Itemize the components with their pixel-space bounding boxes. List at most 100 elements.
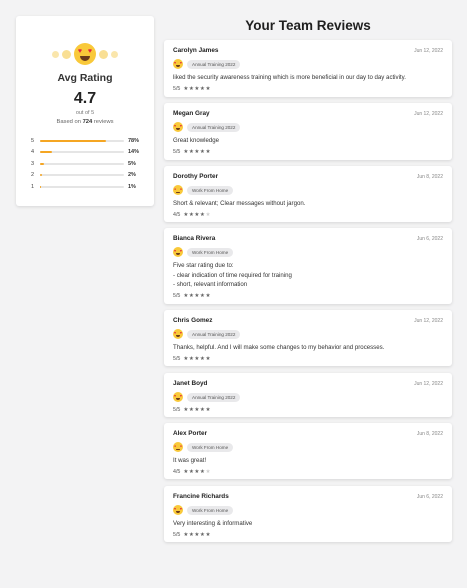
heart-eyes-face-icon: ♥ ♥	[173, 247, 183, 257]
reviewer-name: Chris Gomez	[173, 317, 213, 324]
rating-emoji-row: ♥ ♥	[16, 42, 154, 66]
smile-face-icon: ● ●	[173, 185, 183, 195]
review-rating: 5/5 ★★★★★	[173, 531, 443, 540]
distribution-row: 3 5%	[31, 158, 143, 170]
review-score: 5/5	[173, 149, 181, 155]
grin-face-icon	[111, 50, 118, 58]
review-card: Alex Porter Jun 8, 2022 ● ● Work From Home It…	[164, 423, 452, 479]
review-date: Jun 12, 2022	[414, 317, 443, 324]
training-tag: Work From Home	[187, 185, 234, 195]
review-date: Jun 6, 2022	[416, 235, 443, 242]
distribution-bar-fill	[40, 139, 106, 142]
training-tag: Work From Home	[187, 247, 234, 257]
page-title: Your Team Reviews	[245, 18, 371, 33]
review-rating: 5/5 ★★★★★	[173, 85, 443, 94]
star-rating-icon: ★★★★★	[183, 293, 211, 299]
distribution-bar-track	[40, 185, 124, 188]
review-date: Jun 12, 2022	[414, 380, 443, 387]
distribution-star-label: 1	[31, 183, 35, 190]
smile-face-icon: ● ●	[173, 442, 183, 452]
review-rating: 4/5 ★★★★★	[173, 468, 443, 477]
avg-rating-value: 4.7	[73, 90, 97, 107]
smile-face-icon	[99, 49, 108, 59]
star-rating-icon: ★★★★★	[183, 212, 211, 218]
review-card: Bianca Rivera Jun 6, 2022 ♥ ♥ Work From Home…	[164, 228, 452, 304]
distribution-star-label: 5	[31, 137, 35, 144]
reviewer-name: Alex Porter	[173, 430, 208, 437]
rating-distribution: 5 78% 4 14% 3 5% 2 2% 1 1%	[31, 135, 143, 193]
reviewer-name: Dorothy Porter	[173, 173, 219, 180]
distribution-star-label: 4	[31, 149, 35, 156]
distribution-percent: 2%	[128, 172, 136, 179]
review-card: Megan Gray Jun 12, 2022 ♥ ♥ Annual Training …	[164, 103, 452, 160]
review-rating: 4/5 ★★★★★	[173, 211, 443, 220]
review-card: Dorothy Porter Jun 8, 2022 ● ● Work From Hom…	[164, 166, 452, 222]
distribution-bar-fill	[40, 151, 52, 154]
training-tag: Annual Training 2022	[187, 59, 241, 69]
review-text: Short & relevant; Clear messages without…	[173, 200, 306, 207]
neutral-face-icon	[62, 49, 71, 59]
review-text: Very interesting & informative	[173, 520, 253, 527]
review-rating: 5/5 ★★★★★	[173, 405, 443, 414]
training-tag: Annual Training 2022	[187, 122, 241, 132]
avg-rating-scale: out of 5	[75, 110, 95, 116]
distribution-bar-track	[40, 162, 124, 165]
heart-eyes-face-icon: ♥ ♥	[74, 43, 96, 65]
star-rating-icon: ★★★★★	[183, 149, 211, 155]
distribution-star-label: 3	[31, 160, 35, 167]
review-score: 5/5	[173, 293, 181, 299]
review-date: Jun 12, 2022	[414, 47, 443, 54]
review-text: liked the security awareness training wh…	[173, 74, 406, 81]
review-date: Jun 8, 2022	[416, 430, 443, 437]
distribution-star-label: 2	[31, 172, 35, 179]
distribution-bar-track	[40, 174, 124, 177]
star-rating-icon: ★★★★★	[183, 86, 211, 92]
distribution-percent: 14%	[128, 149, 140, 156]
review-score: 4/5	[173, 212, 181, 218]
review-date: Jun 6, 2022	[416, 493, 443, 500]
avg-rating-card: ♥ ♥ Avg Rating 4.7 out of 5 Based on 724 …	[16, 16, 154, 206]
reviewer-name: Janet Boyd	[173, 380, 208, 387]
review-score: 5/5	[173, 356, 181, 362]
review-score: 5/5	[173, 406, 181, 413]
reviewer-name: Bianca Rivera	[173, 235, 216, 242]
heart-eyes-face-icon: ♥ ♥	[173, 122, 183, 132]
review-card: Francine Richards Jun 6, 2022 ♥ ♥ Work From …	[164, 486, 452, 542]
review-rating: 5/5 ★★★★★	[173, 148, 443, 157]
heart-eyes-face-icon: ♥ ♥	[173, 392, 183, 402]
sad-face-icon	[52, 50, 59, 58]
distribution-percent: 78%	[128, 137, 140, 144]
heart-eyes-face-icon: ♥ ♥	[173, 59, 183, 69]
review-score: 5/5	[173, 86, 181, 92]
star-rating-icon: ★★★★★	[183, 532, 211, 538]
distribution-bar-track	[40, 151, 124, 154]
review-date: Jun 12, 2022	[414, 110, 443, 117]
distribution-row: 5 78%	[31, 135, 143, 147]
review-card: Carolyn James Jun 12, 2022 ♥ ♥ Annual Traini…	[164, 40, 452, 97]
distribution-row: 1 1%	[31, 181, 143, 193]
distribution-bar-fill	[40, 185, 41, 188]
review-count-text: Based on 724 reviews	[56, 119, 114, 125]
distribution-row: 4 14%	[31, 147, 143, 159]
star-rating-icon: ★★★★★	[183, 469, 211, 475]
reviewer-name: Francine Richards	[173, 493, 229, 500]
review-score: 4/5	[173, 469, 181, 475]
distribution-row: 2 2%	[31, 170, 143, 182]
star-rating-icon: ★★★★★	[183, 356, 211, 362]
review-card: Chris Gomez Jun 12, 2022 ♥ ♥ Annual Training…	[164, 310, 452, 366]
heart-eyes-face-icon: ♥ ♥	[173, 329, 183, 339]
distribution-bar-fill	[40, 174, 42, 177]
review-count: 724	[82, 119, 93, 125]
training-tag: Work From Home	[187, 505, 234, 515]
training-tag: Work From Home	[187, 442, 234, 452]
star-rating-icon: ★★★★★	[183, 406, 211, 413]
review-text: Thanks, helpful. And I will make some ch…	[173, 344, 385, 351]
review-text: Five star rating due to: - clear indicat…	[173, 262, 292, 288]
training-tag: Annual Training 2022	[187, 392, 241, 402]
review-text: Great knowledge	[173, 137, 220, 144]
distribution-bar-track	[40, 139, 124, 142]
review-text: It was great!	[173, 457, 207, 464]
review-score: 5/5	[173, 532, 181, 538]
distribution-bar-fill	[40, 162, 45, 165]
review-rating: 5/5 ★★★★★	[173, 355, 443, 364]
